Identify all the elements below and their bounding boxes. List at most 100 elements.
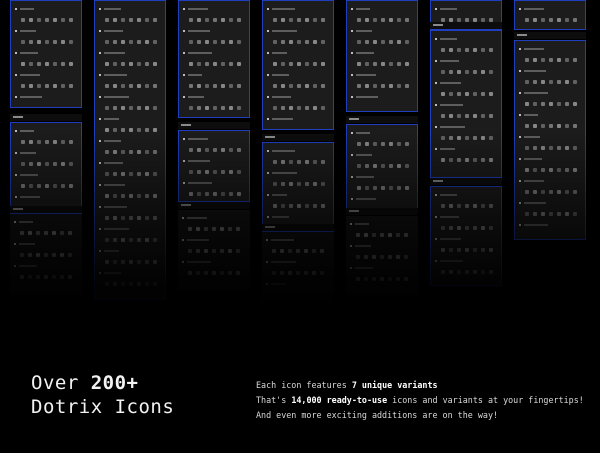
variant-icon bbox=[68, 253, 72, 257]
icon-row bbox=[435, 213, 497, 222]
variant-icon bbox=[129, 216, 133, 220]
variant-icon bbox=[449, 248, 453, 252]
icon-row bbox=[351, 162, 413, 171]
variant-icon bbox=[229, 170, 233, 174]
variant-icon bbox=[297, 106, 301, 110]
variant-icon bbox=[397, 40, 401, 44]
icon-row bbox=[351, 16, 413, 25]
feature-line-2: That's 14,000 ready-to-use icons and var… bbox=[256, 395, 584, 406]
icon-row bbox=[15, 71, 77, 80]
variant-icon bbox=[281, 106, 285, 110]
variant-icon bbox=[20, 253, 24, 257]
variant-icon bbox=[541, 168, 545, 172]
feature-2-highlight: 14,000 ready-to-use bbox=[291, 395, 388, 405]
variant-icon bbox=[145, 18, 149, 22]
variant-icon bbox=[205, 40, 209, 44]
variant-icon bbox=[372, 255, 376, 259]
icon-row bbox=[350, 253, 414, 262]
feature-2-suffix: icons and variants at your fingertips! bbox=[392, 395, 584, 405]
variant-icon bbox=[297, 182, 301, 186]
variant-icon bbox=[52, 253, 56, 257]
variant-icon bbox=[197, 106, 201, 110]
variant-icon bbox=[381, 18, 385, 22]
variant-icon bbox=[396, 255, 400, 259]
variant-icon bbox=[525, 18, 529, 22]
icon-row bbox=[99, 38, 161, 47]
variant-icon bbox=[105, 238, 109, 242]
variant-icon bbox=[236, 271, 240, 275]
variant-icon bbox=[557, 58, 561, 62]
variant-icon bbox=[281, 62, 285, 66]
variant-icon bbox=[573, 80, 577, 84]
icon-panel bbox=[10, 0, 82, 108]
variant-icon bbox=[364, 277, 368, 281]
variant-icon bbox=[237, 106, 241, 110]
variant-icon bbox=[449, 114, 453, 118]
icon-row bbox=[99, 181, 161, 190]
variant-icon bbox=[457, 114, 461, 118]
icon-panel bbox=[262, 232, 334, 302]
icon-row bbox=[183, 190, 245, 199]
icon-row bbox=[435, 123, 497, 132]
variant-icon bbox=[121, 40, 125, 44]
variant-icon bbox=[137, 40, 141, 44]
variant-icon bbox=[189, 192, 193, 196]
icon-row bbox=[183, 5, 245, 14]
variant-icon bbox=[397, 62, 401, 66]
icon-panel bbox=[430, 30, 502, 178]
variant-icon bbox=[105, 282, 109, 286]
variant-icon bbox=[405, 186, 409, 190]
variant-icon bbox=[45, 40, 49, 44]
variant-icon bbox=[205, 106, 209, 110]
variant-icon bbox=[228, 227, 232, 231]
variant-icon bbox=[36, 275, 40, 279]
variant-icon bbox=[272, 271, 276, 275]
variant-icon bbox=[197, 170, 201, 174]
variant-icon bbox=[153, 282, 157, 286]
variant-icon bbox=[565, 80, 569, 84]
variant-icon bbox=[389, 62, 393, 66]
variant-icon bbox=[549, 80, 553, 84]
variant-icon bbox=[489, 136, 493, 140]
variant-icon bbox=[449, 204, 453, 208]
variant-icon bbox=[221, 18, 225, 22]
icon-row bbox=[15, 16, 77, 25]
variant-icon bbox=[297, 204, 301, 208]
variant-icon bbox=[137, 216, 141, 220]
variant-icon bbox=[29, 162, 33, 166]
variant-icon bbox=[273, 40, 277, 44]
variant-icon bbox=[69, 62, 73, 66]
variant-icon bbox=[21, 62, 25, 66]
variant-icon bbox=[357, 186, 361, 190]
variant-icon bbox=[188, 271, 192, 275]
variant-icon bbox=[29, 62, 33, 66]
variant-icon bbox=[69, 162, 73, 166]
variant-icon bbox=[113, 128, 117, 132]
icon-row bbox=[182, 236, 246, 245]
variant-icon bbox=[28, 275, 32, 279]
variant-icon bbox=[121, 128, 125, 132]
variant-icon bbox=[288, 271, 292, 275]
variant-icon bbox=[549, 18, 553, 22]
variant-icon bbox=[213, 106, 217, 110]
icon-row bbox=[519, 45, 581, 54]
variant-icon bbox=[441, 204, 445, 208]
variant-icon bbox=[289, 204, 293, 208]
variant-icon bbox=[381, 142, 385, 146]
headline-count: 200+ bbox=[90, 372, 139, 394]
icon-row bbox=[435, 79, 497, 88]
variant-icon bbox=[441, 226, 445, 230]
icon-row bbox=[519, 133, 581, 142]
variant-icon bbox=[473, 204, 477, 208]
icon-row bbox=[267, 147, 329, 156]
variant-icon bbox=[44, 275, 48, 279]
variant-icon bbox=[29, 18, 33, 22]
variant-icon bbox=[389, 142, 393, 146]
icon-row bbox=[99, 115, 161, 124]
icon-row bbox=[435, 46, 497, 55]
icon-row bbox=[15, 49, 77, 58]
variant-icon bbox=[357, 40, 361, 44]
icon-row bbox=[350, 231, 414, 240]
variant-icon bbox=[489, 204, 493, 208]
section-label bbox=[430, 178, 502, 185]
